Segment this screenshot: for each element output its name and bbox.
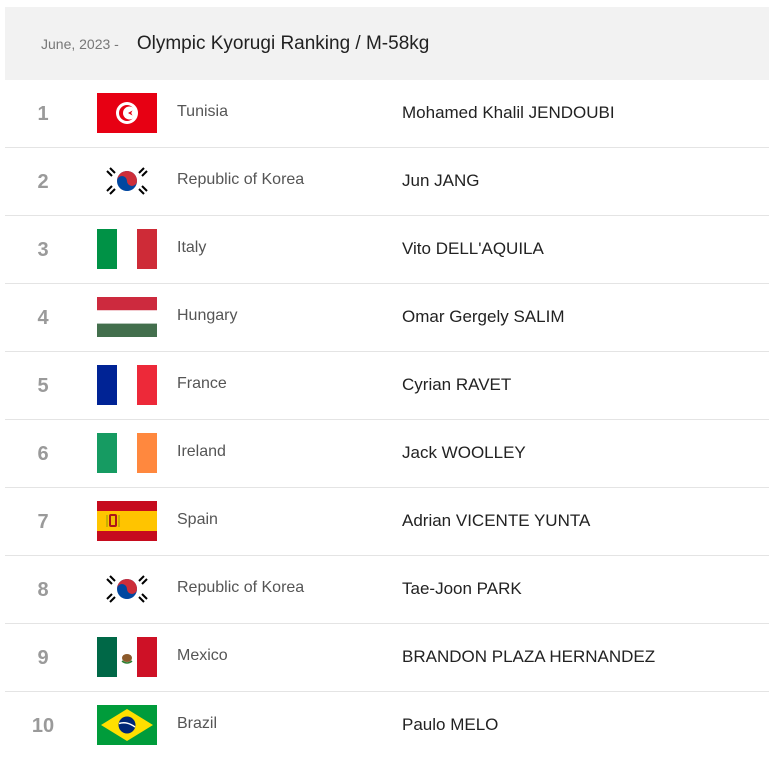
athlete-name[interactable]: Tae-Joon PARK	[402, 556, 522, 622]
athlete-name[interactable]: Adrian VICENTE YUNTA	[402, 488, 590, 554]
brazil-flag-icon	[97, 705, 157, 745]
country-name: Mexico	[177, 647, 228, 664]
rank-number: 8	[37, 579, 49, 601]
athlete-name[interactable]: Jack WOOLLEY	[402, 420, 526, 486]
tunisia-flag-icon	[97, 93, 157, 133]
ranking-header: June, 2023 - Olympic Kyorugi Ranking / M…	[5, 7, 769, 80]
ranking-title: Olympic Kyorugi Ranking / M-58kg	[136, 32, 430, 54]
rank-number: 10	[31, 715, 55, 737]
korea-flag-icon	[97, 161, 157, 201]
country-name: Republic of Korea	[177, 171, 305, 188]
ranking-row: 10 Brazil Paulo MELO	[5, 692, 769, 760]
ireland-flag-icon	[97, 433, 157, 473]
country-name: Italy	[177, 239, 207, 256]
country-name: Spain	[177, 511, 218, 528]
country-name: Brazil	[177, 715, 218, 732]
france-flag-icon	[97, 365, 157, 405]
ranking-row: 9 Mexico BRANDON PLAZA HERNANDEZ	[5, 624, 769, 692]
ranking-list: 1 Tunisia Mohamed Khalil JENDOUBI 2 Repu…	[5, 80, 769, 760]
athlete-name[interactable]: Omar Gergely SALIM	[402, 284, 565, 350]
rank-number: 7	[37, 511, 49, 533]
rank-number: 3	[37, 239, 49, 261]
athlete-name[interactable]: BRANDON PLAZA HERNANDEZ	[402, 624, 655, 690]
mexico-flag-icon	[97, 637, 157, 677]
rank-number: 6	[37, 443, 49, 465]
italy-flag-icon	[97, 229, 157, 269]
rank-number: 2	[37, 171, 49, 193]
rank-number: 1	[37, 103, 49, 125]
athlete-name[interactable]: Mohamed Khalil JENDOUBI	[402, 80, 615, 146]
ranking-row: 4 Hungary Omar Gergely SALIM	[5, 284, 769, 352]
rank-number: 9	[37, 647, 49, 669]
rank-number: 5	[37, 375, 49, 397]
athlete-name[interactable]: Cyrian RAVET	[402, 352, 511, 418]
country-name: France	[177, 375, 227, 392]
spain-flag-icon	[97, 501, 157, 541]
ranking-row: 8 Republic of Korea Tae-Joon PARK	[5, 556, 769, 624]
ranking-row: 3 Italy Vito DELL'AQUILA	[5, 216, 769, 284]
ranking-row: 6 Ireland Jack WOOLLEY	[5, 420, 769, 488]
athlete-name[interactable]: Paulo MELO	[402, 692, 498, 758]
hungary-flag-icon	[97, 297, 157, 337]
country-name: Hungary	[177, 307, 238, 324]
athlete-name[interactable]: Jun JANG	[402, 148, 479, 214]
ranking-row: 1 Tunisia Mohamed Khalil JENDOUBI	[5, 80, 769, 148]
ranking-row: 2 Republic of Korea Jun JANG	[5, 148, 769, 216]
country-name: Ireland	[177, 443, 226, 460]
country-name: Republic of Korea	[177, 579, 305, 596]
rank-number: 4	[37, 307, 49, 329]
korea-flag-icon	[97, 569, 157, 609]
ranking-table: June, 2023 - Olympic Kyorugi Ranking / M…	[5, 7, 769, 760]
ranking-row: 5 France Cyrian RAVET	[5, 352, 769, 420]
athlete-name[interactable]: Vito DELL'AQUILA	[402, 216, 544, 282]
ranking-row: 7 Spain Adrian VICENTE YUNTA	[5, 488, 769, 556]
country-name: Tunisia	[177, 103, 228, 120]
ranking-date: June, 2023 -	[41, 35, 119, 52]
